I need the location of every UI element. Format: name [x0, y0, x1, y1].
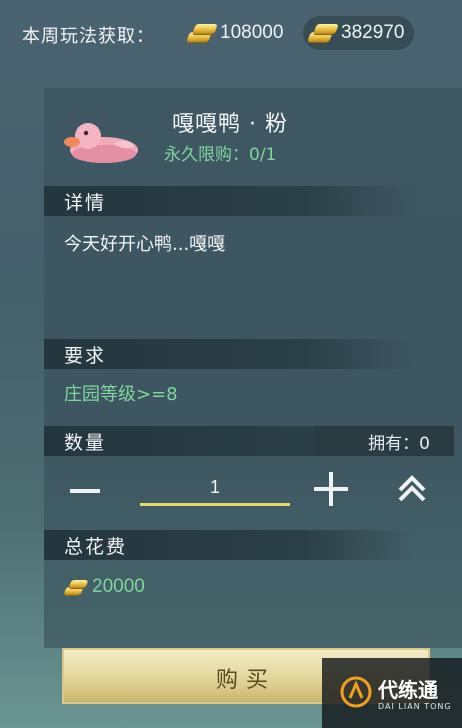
requirement-title: 要求 — [64, 345, 107, 367]
watermark-subtext: DAI LIAN TONG — [378, 702, 452, 711]
total-cost-title: 总花费 — [64, 536, 128, 558]
max-quantity-button[interactable] — [392, 470, 432, 508]
gold-ingot-icon — [186, 20, 218, 46]
currency-weekly-value: 108000 — [220, 22, 284, 43]
total-cost-header: 总花费 — [44, 530, 414, 560]
watermark: 代练通 DAI LIAN TONG — [322, 658, 462, 728]
quantity-title: 数量 — [64, 432, 107, 454]
total-cost: 20000 — [63, 576, 145, 598]
currency-total: 382970 — [303, 16, 415, 50]
watermark-logo-icon — [340, 676, 372, 708]
weekly-earn-label: 本周玩法获取： — [22, 26, 155, 47]
decrease-button[interactable] — [70, 480, 100, 502]
item-name: 嘎嘎鸭 · 粉 — [172, 112, 288, 137]
requirement-text: 庄园等级>=8 — [64, 384, 178, 405]
currency-weekly: 108000 — [186, 16, 283, 50]
details-title: 详情 — [64, 192, 107, 214]
details-header: 详情 — [44, 186, 414, 216]
purchase-limit: 永久限购：0/1 — [164, 145, 277, 165]
currency-total-value: 382970 — [341, 22, 405, 43]
owned-count: 拥有：0 — [368, 434, 430, 454]
watermark-text: 代练通 — [378, 678, 438, 702]
increase-button[interactable] — [314, 472, 348, 506]
total-cost-value: 20000 — [92, 576, 145, 597]
requirement-header: 要求 — [44, 339, 414, 369]
quantity-input[interactable] — [140, 472, 290, 506]
gold-ingot-icon — [307, 20, 339, 46]
item-description: 今天好开心鸭...嘎嘎 — [64, 234, 226, 255]
pink-duck-icon — [64, 123, 138, 163]
owned-count-box: 拥有：0 — [314, 426, 454, 456]
top-bar: 本周玩法获取： 108000 382970 — [0, 0, 462, 70]
quantity-stepper — [44, 466, 462, 516]
item-header: 嘎嘎鸭 · 粉 永久限购：0/1 — [44, 88, 462, 180]
shop-item-panel: 嘎嘎鸭 · 粉 永久限购：0/1 详情 今天好开心鸭...嘎嘎 要求 庄园等级>… — [44, 88, 462, 648]
gold-ingot-icon — [63, 577, 89, 597]
